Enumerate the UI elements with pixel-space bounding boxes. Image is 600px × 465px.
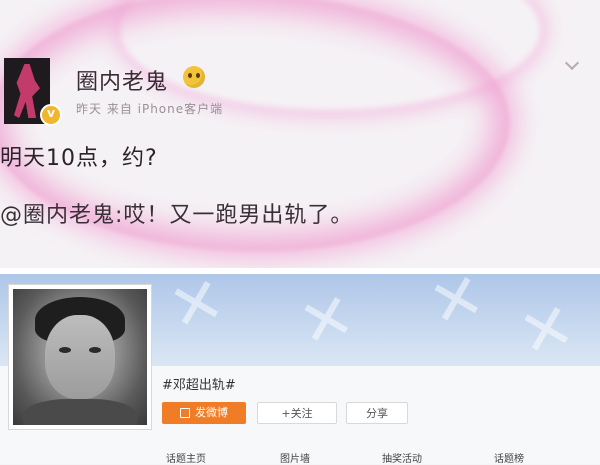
repost-text: @圈内老鬼:哎！又一跑男出轨了。 xyxy=(0,203,354,228)
verified-badge-icon: V xyxy=(40,104,62,126)
emoji-icon xyxy=(183,66,205,88)
topic-photo[interactable] xyxy=(8,284,152,430)
post-text: 明天10点，约? xyxy=(0,146,158,171)
topic-title: #邓超出轨# xyxy=(162,378,236,393)
chevron-down-icon[interactable] xyxy=(566,58,578,70)
tab-ranking[interactable]: 话题榜 xyxy=(494,450,524,465)
tab-photo-wall[interactable]: 图片墙 xyxy=(280,450,310,465)
post-meta: 昨天 来自 iPhone客户端 xyxy=(76,102,224,116)
weibo-post-card: V 圈内老鬼 昨天 来自 iPhone客户端 明天10点，约? @圈内老鬼:哎！… xyxy=(0,0,600,268)
follow-button[interactable]: +关注 xyxy=(257,402,337,424)
tab-lottery[interactable]: 抽奖活动 xyxy=(382,450,422,465)
tab-home[interactable]: 话题主页 xyxy=(166,450,206,465)
compose-icon xyxy=(180,408,190,418)
post-weibo-button[interactable]: 发微博 xyxy=(162,402,246,424)
post-username[interactable]: 圈内老鬼 xyxy=(76,64,168,96)
topic-page: ✕ ✕ ✕ ✕ #邓超出轨# 发微博 +关注 分享 话题主页 图片墙 抽奖活动 … xyxy=(0,274,600,465)
topic-tabs: 话题主页 图片墙 抽奖活动 话题榜 xyxy=(0,450,600,465)
share-button[interactable]: 分享 xyxy=(346,402,408,424)
